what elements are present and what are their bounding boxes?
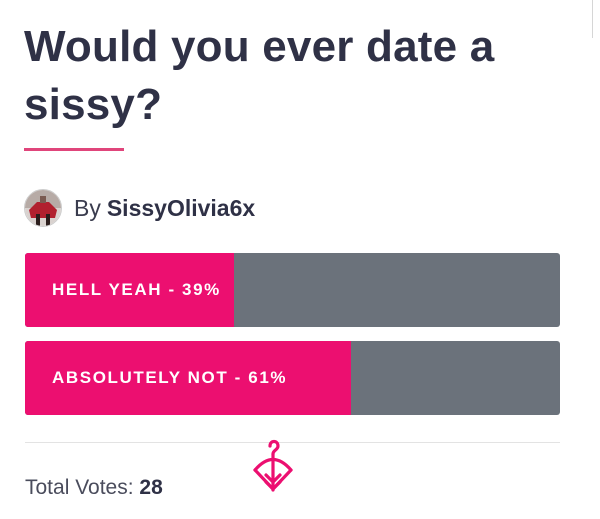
avatar-image bbox=[25, 190, 61, 226]
total-votes-label: Total Votes: bbox=[25, 476, 134, 499]
title-underline bbox=[24, 148, 124, 151]
poll-option-label: HELL YEAH - 39% bbox=[52, 280, 221, 299]
total-votes-count: 28 bbox=[139, 476, 163, 499]
total-votes: Total Votes: 28 bbox=[25, 476, 163, 500]
poll-page: Would you ever date a sissy? By SissyOliv… bbox=[0, 0, 600, 519]
author-name-link[interactable]: SissyOlivia6x bbox=[107, 195, 255, 221]
author-prefix: By bbox=[74, 194, 101, 221]
author-avatar[interactable] bbox=[24, 189, 62, 227]
poll-author: By SissyOlivia6x bbox=[24, 188, 255, 228]
poll-option-absolutely-not[interactable]: ABSOLUTELY NOT - 61% bbox=[25, 341, 560, 415]
edge-divider bbox=[592, 0, 593, 38]
poll-option-label: ABSOLUTELY NOT - 61% bbox=[52, 368, 288, 387]
poll-option-hell-yeah[interactable]: HELL YEAH - 39% bbox=[25, 253, 560, 327]
poll-question: Would you ever date a sissy? bbox=[24, 22, 495, 129]
bow-and-arrow-logo-icon bbox=[253, 439, 293, 492]
author-line: By SissyOlivia6x bbox=[74, 195, 255, 222]
